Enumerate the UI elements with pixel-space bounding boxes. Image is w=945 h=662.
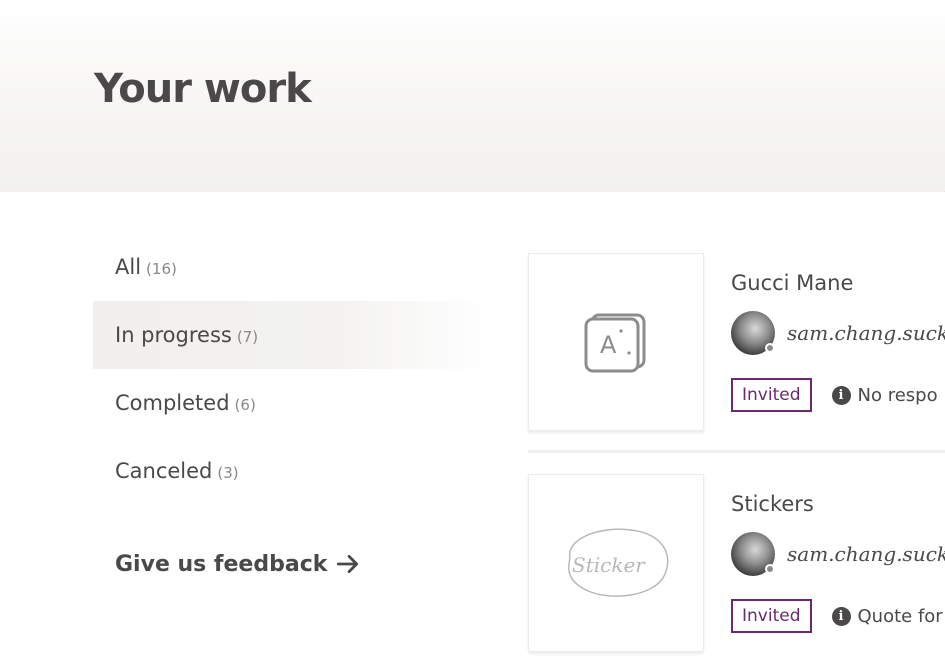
- page-header: Your work: [0, 0, 945, 192]
- svg-text:A: A: [600, 331, 617, 359]
- filter-count: (7): [236, 327, 259, 346]
- sticker-text: Sticker: [572, 553, 646, 577]
- info-icon: i: [831, 385, 851, 405]
- presence-dot: [765, 564, 775, 574]
- filter-label: In progress: [115, 323, 232, 347]
- user-row: sam.chang.suck: [731, 311, 945, 355]
- app-icon: A: [584, 313, 646, 373]
- info-icon: i: [831, 606, 851, 626]
- status-info: i No respo: [831, 384, 938, 406]
- status-row: Invited i Quote for: [731, 599, 943, 633]
- filter-all[interactable]: All (16): [93, 233, 493, 301]
- filter-count: (6): [234, 395, 256, 414]
- project-thumbnail[interactable]: A: [528, 253, 704, 431]
- feedback-label: Give us feedback: [115, 551, 328, 577]
- filter-label: Completed: [115, 391, 230, 415]
- avatar: [731, 311, 775, 355]
- filter-label: All: [115, 255, 142, 279]
- presence-dot: [765, 343, 775, 353]
- filter-count: (3): [217, 463, 239, 482]
- project-thumbnail[interactable]: Sticker: [528, 474, 704, 652]
- avatar: [731, 532, 775, 576]
- username: sam.chang.suck: [787, 321, 945, 345]
- username: sam.chang.suck: [787, 542, 945, 566]
- status-info-text: Quote for: [857, 605, 943, 627]
- project-card[interactable]: A Gucci Mane sam.chang.suck Invited i No…: [528, 253, 945, 431]
- filter-label: Canceled: [115, 459, 213, 483]
- user-row: sam.chang.suck: [731, 532, 945, 576]
- feedback-link[interactable]: Give us feedback: [115, 551, 361, 577]
- filter-list: All (16) In progress (7) Completed (6) C…: [93, 233, 493, 505]
- project-card[interactable]: Sticker Stickers sam.chang.suck Invited …: [528, 474, 945, 652]
- sticker-sketch-icon: Sticker: [568, 528, 669, 597]
- status-badge: Invited: [731, 599, 812, 633]
- project-title[interactable]: Gucci Mane: [731, 271, 853, 295]
- status-row: Invited i No respo: [731, 378, 938, 412]
- arrow-right-icon: [337, 555, 359, 573]
- status-info: i Quote for: [831, 605, 943, 627]
- filter-count: (16): [146, 259, 177, 278]
- status-badge: Invited: [731, 378, 812, 412]
- filter-in-progress[interactable]: In progress (7): [93, 301, 493, 369]
- filter-completed[interactable]: Completed (6): [93, 369, 493, 437]
- status-info-text: No respo: [857, 384, 938, 406]
- filter-canceled[interactable]: Canceled (3): [93, 437, 493, 505]
- page-title: Your work: [94, 66, 312, 112]
- project-title[interactable]: Stickers: [731, 492, 814, 516]
- card-divider: [528, 450, 945, 453]
